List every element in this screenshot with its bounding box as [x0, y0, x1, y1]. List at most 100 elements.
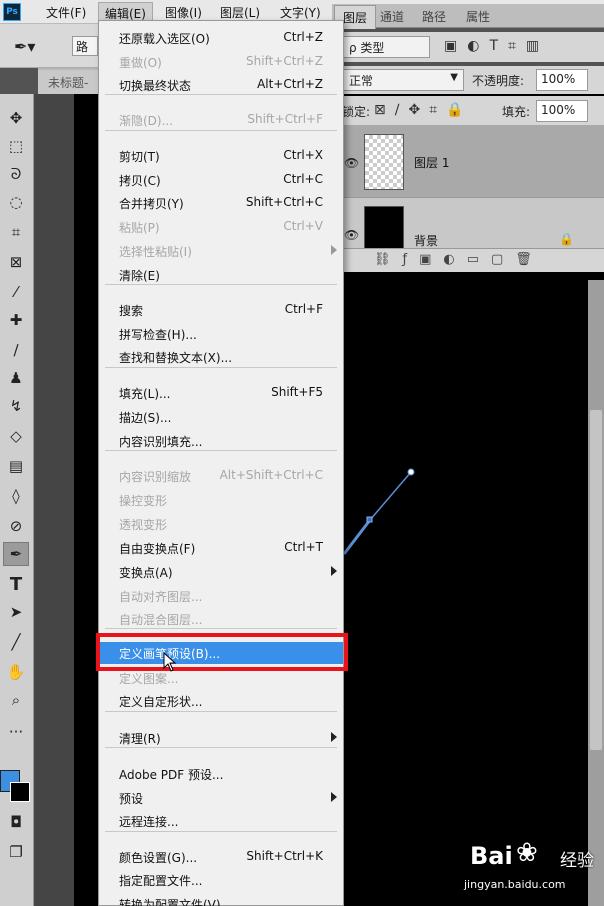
opacity-input[interactable]: 100%	[536, 69, 588, 91]
menu-item[interactable]: 拷贝(C) Ctrl+C	[99, 169, 343, 191]
submenu-arrow-icon	[331, 732, 337, 742]
crop-tool-icon[interactable]: ⌗	[3, 220, 29, 244]
clone-stamp-tool-icon[interactable]: ♟	[3, 366, 29, 390]
menu-item[interactable]: Adobe PDF 预设...	[99, 763, 343, 785]
blend-mode-dropdown[interactable]: 正常 ▼	[342, 69, 464, 91]
paw-logo-icon: ❀	[516, 838, 538, 868]
eye-icon[interactable]: 👁	[344, 228, 359, 242]
menu-item-label: 定义自定形状...	[119, 695, 203, 709]
lasso-tool-icon[interactable]: ᘐ	[3, 162, 29, 186]
gradient-tool-icon[interactable]: ▤	[3, 454, 29, 478]
menu-item[interactable]: 查找和替换文本(X)...	[99, 346, 343, 368]
menu-separator	[105, 94, 337, 95]
menu-item[interactable]: 预设	[99, 787, 343, 809]
menu-item[interactable]: 自动对齐图层...	[99, 585, 343, 607]
zoom-tool-icon[interactable]: ⌕	[3, 688, 29, 712]
menu-item[interactable]: 远程连接...	[99, 810, 343, 832]
vertical-scrollbar[interactable]	[588, 280, 604, 906]
blur-tool-icon[interactable]: ◊	[3, 484, 29, 508]
fill-input[interactable]: 100%	[536, 100, 588, 122]
menu-item-label: 自由变换点(F)	[119, 542, 196, 556]
path-segment	[342, 519, 372, 555]
tab-channels[interactable]: 通道	[380, 8, 404, 25]
menu-item[interactable]: 指定配置文件...	[99, 869, 343, 891]
menu-item-shortcut: Shift+Ctrl+K	[246, 849, 323, 863]
menu-image[interactable]: 图像(I)	[165, 4, 202, 21]
menu-item-shortcut: Shift+Ctrl+C	[245, 195, 323, 209]
more-tools-icon[interactable]: ···	[3, 720, 29, 744]
menu-item[interactable]: 颜色设置(G)... Shift+Ctrl+K	[99, 846, 343, 868]
layer-filter-icons[interactable]: ▣◐T⌗▥	[444, 38, 549, 54]
layer-thumbnail	[364, 134, 404, 190]
tab-properties[interactable]: 属性	[466, 8, 490, 25]
lock-icons[interactable]: ⊠∕✥⌗🔒	[374, 102, 473, 118]
eye-icon[interactable]: 👁	[344, 156, 359, 170]
menu-item-label: 重做(O)	[119, 56, 162, 70]
move-tool-icon[interactable]: ✥	[3, 106, 29, 130]
eyedropper-tool-icon[interactable]: ⁄	[3, 280, 29, 304]
menu-item[interactable]: 合并拷贝(Y) Shift+Ctrl+C	[99, 192, 343, 214]
menu-item[interactable]: 重做(O) Shift+Ctrl+Z	[99, 51, 343, 73]
hand-tool-icon[interactable]: ✋	[3, 660, 29, 684]
marquee-tool-icon[interactable]: ⬚	[3, 134, 29, 158]
menu-item[interactable]: 渐隐(D)... Shift+Ctrl+F	[99, 109, 343, 131]
menu-item[interactable]: 自动混合图层...	[99, 608, 343, 630]
eraser-tool-icon[interactable]: ◇	[3, 424, 29, 448]
screen-mode-icon[interactable]: ❐	[3, 840, 29, 864]
menu-item-label: 描边(S)...	[119, 411, 172, 425]
menu-type[interactable]: 文字(Y)	[280, 4, 321, 21]
anchor-point	[407, 468, 415, 476]
menu-item[interactable]: 自由变换点(F) Ctrl+T	[99, 537, 343, 559]
menu-file[interactable]: 文件(F)	[46, 4, 86, 21]
menu-item[interactable]: 还原载入选区(O) Ctrl+Z	[99, 27, 343, 49]
menu-item[interactable]: 清理(R)	[99, 727, 343, 749]
background-color-swatch[interactable]	[10, 782, 30, 802]
history-brush-tool-icon[interactable]: ↯	[3, 394, 29, 418]
healing-brush-tool-icon[interactable]: ✚	[3, 308, 29, 332]
frame-tool-icon[interactable]: ⊠	[3, 250, 29, 274]
lock-label: 锁定:	[342, 105, 371, 119]
menu-item-label: Adobe PDF 预设...	[119, 768, 224, 782]
layer-filter-dropdown[interactable]: ρ 类型	[342, 36, 430, 58]
menu-item[interactable]: 操控变形	[99, 489, 343, 511]
path-mode-dropdown[interactable]: 路	[72, 36, 98, 56]
menu-item[interactable]: 粘贴(P) Ctrl+V	[99, 216, 343, 238]
dodge-tool-icon[interactable]: ⊘	[3, 514, 29, 538]
menu-item-label: 切换最终状态	[119, 79, 192, 93]
menu-item[interactable]: 描边(S)...	[99, 406, 343, 428]
menu-item[interactable]: 透视变形	[99, 513, 343, 535]
document-tab[interactable]: 未标题-	[38, 70, 99, 94]
layer-actions-icons[interactable]: ⛓ƒ▣◐▭▢🗑	[374, 252, 544, 267]
quick-selection-tool-icon[interactable]: ◌	[3, 190, 29, 214]
menu-item[interactable]: 转换为配置文件(V)...	[99, 893, 343, 906]
menu-item[interactable]: 切换最终状态 Alt+Ctrl+Z	[99, 74, 343, 96]
menu-item[interactable]: 内容识别填充...	[99, 430, 343, 452]
menu-item-label: 清理(R)	[119, 732, 161, 746]
menu-layer[interactable]: 图层(L)	[220, 4, 260, 21]
menu-item[interactable]: 搜索 Ctrl+F	[99, 299, 343, 321]
quick-mask-icon[interactable]: ◘	[3, 810, 29, 834]
menu-item[interactable]: 拼写检查(H)...	[99, 323, 343, 345]
menu-item[interactable]: 变换点(A)	[99, 561, 343, 583]
watermark-brand: Bai	[470, 842, 513, 870]
type-tool-icon[interactable]: T	[3, 572, 29, 596]
path-selection-tool-icon[interactable]: ➤	[3, 600, 29, 624]
pen-tool-preset-icon[interactable]: ✒▾	[14, 37, 38, 56]
menu-item[interactable]: 内容识别缩放 Alt+Shift+Ctrl+C	[99, 465, 343, 487]
brush-tool-icon[interactable]: ∕	[3, 338, 29, 362]
menu-item[interactable]: 清除(E)	[99, 264, 343, 286]
menu-item-label: 清除(E)	[119, 269, 160, 283]
pen-tool-icon[interactable]: ✒	[3, 542, 29, 566]
scrollbar-thumb[interactable]	[590, 410, 602, 750]
layer-row[interactable]: 👁 图层 1	[332, 126, 604, 198]
menu-item[interactable]: 填充(L)... Shift+F5	[99, 382, 343, 404]
line-tool-icon[interactable]: ╱	[3, 630, 29, 654]
menu-separator	[105, 130, 337, 131]
tab-paths[interactable]: 路径	[422, 8, 446, 25]
menu-item[interactable]: 定义自定形状...	[99, 690, 343, 712]
menu-item-shortcut: Shift+F5	[271, 385, 323, 399]
opacity-label: 不透明度:	[472, 74, 525, 88]
menu-item[interactable]: 剪切(T) Ctrl+X	[99, 145, 343, 167]
menu-item[interactable]: 选择性粘贴(I)	[99, 240, 343, 262]
menu-item-shortcut: Ctrl+Z	[283, 30, 323, 44]
